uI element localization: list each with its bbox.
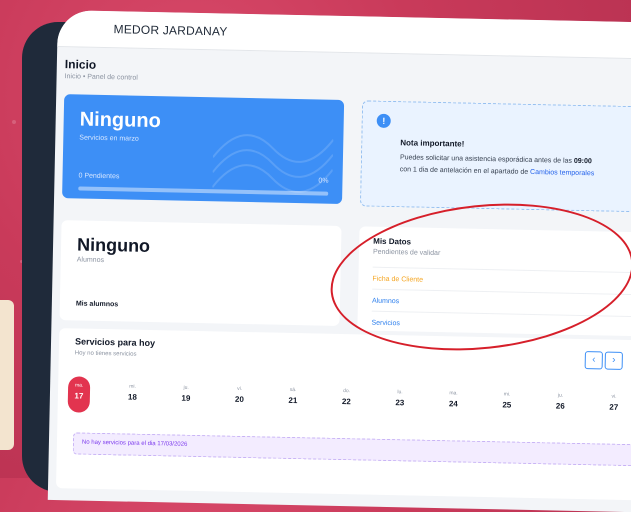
next-week-button[interactable]: ›: [605, 352, 623, 370]
prev-week-button[interactable]: ‹: [585, 351, 603, 369]
day-of-week: ju.: [175, 379, 197, 391]
day-of-week: ma.: [442, 384, 464, 396]
students-value: Ninguno: [77, 234, 150, 257]
day-number: 19: [175, 394, 197, 403]
day-number: 27: [603, 402, 625, 411]
students-card: Ninguno Alumnos Mis alumnos: [60, 220, 342, 326]
day-25[interactable]: mi. 25: [495, 385, 518, 421]
day-20[interactable]: vi. 20: [228, 380, 251, 416]
decorative-wave-icon: [212, 97, 334, 203]
day-of-week: mi.: [496, 385, 518, 397]
pending-count: 0 Pendientes: [78, 172, 119, 180]
data-item-label: Ficha de Cliente: [372, 275, 423, 283]
day-of-week: vi.: [229, 380, 251, 392]
day-number: 21: [282, 396, 304, 405]
app-screen: MEDOR JARDANAY Inicio Inicio • Panel de …: [48, 10, 631, 512]
day-27[interactable]: vi. 27: [602, 388, 625, 424]
day-of-week: mi.: [122, 377, 144, 389]
services-label: Servicios en marzo: [79, 134, 139, 142]
important-note-card: ! Nota importante! Puedes solicitar una …: [360, 100, 631, 212]
day-number: 26: [549, 401, 571, 410]
services-today-card: Servicios para hoy Hoy no tienes servici…: [56, 328, 631, 500]
data-item-label: Alumnos: [372, 297, 399, 305]
progress-percent: 0%: [318, 177, 328, 184]
my-data-card: Mis Datos Pendientes de validar Ficha de…: [357, 226, 631, 336]
day-of-week: vi.: [603, 388, 625, 400]
temporary-changes-link[interactable]: Cambios temporales: [530, 169, 594, 177]
day-number: 18: [121, 392, 143, 401]
day-23[interactable]: lu. 23: [389, 383, 412, 419]
note-line-2: con 1 dia de antelación en el apartado d…: [400, 166, 595, 177]
info-icon: !: [377, 114, 391, 128]
day-17[interactable]: ma. 17: [68, 376, 91, 412]
day-number: 17: [68, 391, 90, 400]
day-21[interactable]: sá. 21: [282, 381, 305, 417]
empty-services-message: No hay servicios para el dia 17/03/2026: [82, 440, 188, 448]
day-of-week: lu.: [389, 383, 411, 395]
note-line-1: Puedes solicitar una asistencia esporádi…: [400, 154, 592, 165]
my-data-title: Mis Datos: [373, 237, 411, 247]
day-26[interactable]: ju. 26: [549, 386, 572, 422]
day-of-week: sá.: [282, 381, 304, 393]
day-19[interactable]: ju. 19: [175, 379, 198, 415]
services-month-card: Ninguno Servicios en marzo 0 Pendientes …: [62, 94, 344, 204]
day-of-week: ma.: [68, 376, 90, 388]
day-of-week: ju.: [549, 386, 571, 398]
day-number: 24: [442, 399, 464, 408]
bookmark-tab: [0, 300, 14, 450]
my-data-subtitle: Pendientes de validar: [373, 249, 440, 257]
empty-services-notice: No hay servicios para el dia 17/03/2026: [73, 432, 631, 466]
day-22[interactable]: do. 22: [335, 382, 358, 418]
day-number: 22: [335, 397, 357, 406]
day-number: 23: [389, 398, 411, 407]
user-name: MEDOR JARDANAY: [113, 22, 227, 38]
day-18[interactable]: mi. 18: [121, 377, 144, 413]
services-value: Ninguno: [79, 108, 161, 133]
my-students-link[interactable]: Mis alumnos: [76, 300, 119, 308]
day-number: 20: [228, 395, 250, 404]
services-today-title: Servicios para hoy: [75, 336, 155, 348]
day-selector: ma. 17 mi. 18 ju. 19 vi. 20 sá. 21 do. 22 lu. 23 ma. 24…: [67, 376, 628, 428]
day-of-week: do.: [336, 382, 358, 394]
note-title: Nota importante!: [400, 138, 464, 148]
day-24[interactable]: ma. 24: [442, 384, 465, 420]
students-label: Alumnos: [77, 256, 104, 264]
data-item-label: Servicios: [371, 319, 400, 327]
day-number: 25: [496, 400, 518, 409]
services-today-subtitle: Hoy no tienes servicios: [75, 350, 137, 357]
